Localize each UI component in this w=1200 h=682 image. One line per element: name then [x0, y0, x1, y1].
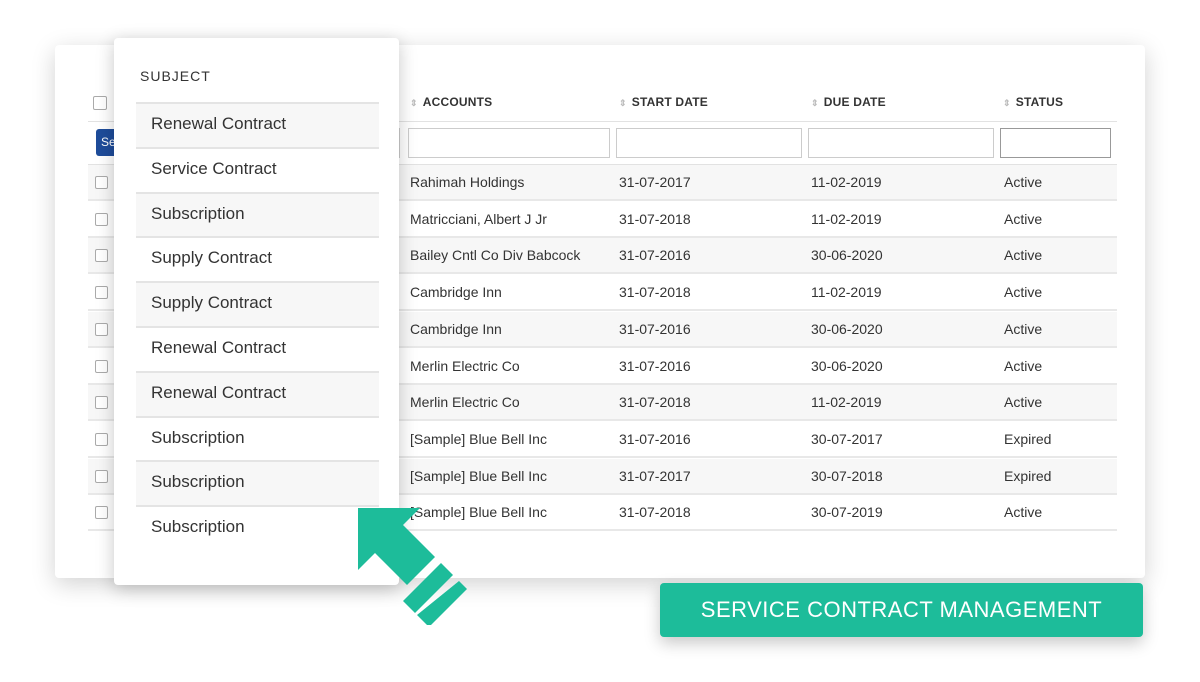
- subject-item[interactable]: Subscription: [136, 460, 379, 506]
- cell-start-date: 31-07-2016: [619, 357, 691, 374]
- subject-column-popout: SUBJECT Renewal Contract Service Contract…: [114, 38, 399, 585]
- cell-account: Merlin Electric Co: [410, 394, 520, 411]
- cell-start-date: 31-07-2018: [619, 504, 691, 521]
- subject-item[interactable]: Renewal Contract: [136, 326, 379, 371]
- row-checkbox[interactable]: [95, 212, 108, 226]
- column-header-accounts[interactable]: ⇕ ACCOUNTS: [410, 95, 492, 109]
- subject-item[interactable]: Subscription: [136, 505, 379, 550]
- subject-column-title: SUBJECT: [140, 68, 211, 84]
- sort-icon: ⇕: [811, 98, 819, 108]
- subject-item[interactable]: Renewal Contract: [136, 102, 379, 147]
- cell-due-date: 30-07-2018: [811, 467, 883, 484]
- subject-item[interactable]: Supply Contract: [136, 281, 379, 327]
- cell-status: Active: [1004, 174, 1043, 190]
- column-header-status[interactable]: ⇕ STATUS: [1003, 95, 1063, 109]
- cell-due-date: 30-07-2017: [811, 430, 883, 447]
- cell-start-date: 31-07-2018: [619, 284, 691, 301]
- select-all-checkbox[interactable]: [93, 96, 107, 110]
- cell-status: Active: [1004, 394, 1043, 411]
- cell-start-date: 31-07-2018: [619, 394, 691, 411]
- cell-due-date: 11-02-2019: [811, 394, 882, 411]
- subject-item[interactable]: Service Contract: [136, 146, 379, 192]
- column-header-start-date[interactable]: ⇕ START DATE: [619, 95, 708, 109]
- cell-start-date: 31-07-2018: [619, 210, 691, 227]
- sort-icon: ⇕: [1003, 98, 1011, 108]
- service-contract-management-banner: SERVICE CONTRACT MANAGEMENT: [660, 583, 1143, 637]
- row-checkbox[interactable]: [95, 469, 108, 483]
- row-checkbox[interactable]: [95, 396, 108, 410]
- cell-start-date: 31-07-2017: [619, 174, 691, 190]
- cell-account: Cambridge Inn: [410, 284, 502, 301]
- sort-icon: ⇕: [619, 98, 627, 108]
- cell-account: Bailey Cntl Co Div Babcock: [410, 247, 581, 264]
- cell-start-date: 31-07-2017: [619, 467, 691, 484]
- subject-item[interactable]: Subscription: [136, 415, 379, 461]
- cell-status: Active: [1004, 320, 1043, 337]
- cell-account: [Sample] Blue Bell Inc: [410, 430, 547, 447]
- cell-due-date: 30-07-2019: [811, 504, 883, 521]
- cell-due-date: 11-02-2019: [811, 210, 882, 227]
- cell-due-date: 30-06-2020: [811, 320, 883, 337]
- row-checkbox[interactable]: [95, 432, 108, 446]
- cell-account: [Sample] Blue Bell Inc: [410, 467, 547, 484]
- cell-due-date: 11-02-2019: [811, 174, 882, 190]
- cell-due-date: 30-06-2020: [811, 357, 883, 374]
- subject-item[interactable]: Subscription: [136, 191, 379, 237]
- subject-item[interactable]: Renewal Contract: [136, 370, 379, 416]
- row-checkbox[interactable]: [95, 359, 108, 373]
- filter-input-accounts[interactable]: [408, 128, 610, 158]
- filter-input-due-date[interactable]: [808, 128, 994, 158]
- arrow-pointer-icon: [358, 508, 467, 625]
- cell-status: Active: [1004, 357, 1043, 374]
- row-checkbox[interactable]: [95, 286, 108, 300]
- cell-account: Matricciani, Albert J Jr: [410, 210, 547, 227]
- cell-status: Active: [1004, 284, 1043, 301]
- row-checkbox[interactable]: [95, 176, 108, 189]
- row-checkbox[interactable]: [95, 249, 108, 263]
- cell-account: Rahimah Holdings: [410, 174, 525, 190]
- arrow-head: [358, 508, 435, 585]
- column-header-due-date[interactable]: ⇕ DUE DATE: [811, 95, 886, 109]
- cell-start-date: 31-07-2016: [619, 247, 691, 264]
- cell-status: Active: [1004, 504, 1043, 521]
- cell-status: Expired: [1004, 467, 1052, 484]
- cell-status: Active: [1004, 247, 1043, 264]
- filter-input-start-date[interactable]: [616, 128, 802, 158]
- cell-account: Cambridge Inn: [410, 320, 502, 337]
- row-checkbox[interactable]: [95, 506, 108, 520]
- cell-start-date: 31-07-2016: [619, 430, 691, 447]
- cell-due-date: 30-06-2020: [811, 247, 883, 264]
- filter-input-status[interactable]: [1000, 128, 1111, 158]
- sort-icon: ⇕: [410, 98, 418, 108]
- cell-due-date: 11-02-2019: [811, 284, 882, 301]
- subject-item[interactable]: Supply Contract: [136, 236, 379, 281]
- cell-start-date: 31-07-2016: [619, 320, 691, 337]
- cell-status: Active: [1004, 210, 1043, 227]
- cell-account: Merlin Electric Co: [410, 357, 520, 374]
- cell-status: Expired: [1004, 430, 1052, 447]
- row-checkbox[interactable]: [95, 322, 108, 336]
